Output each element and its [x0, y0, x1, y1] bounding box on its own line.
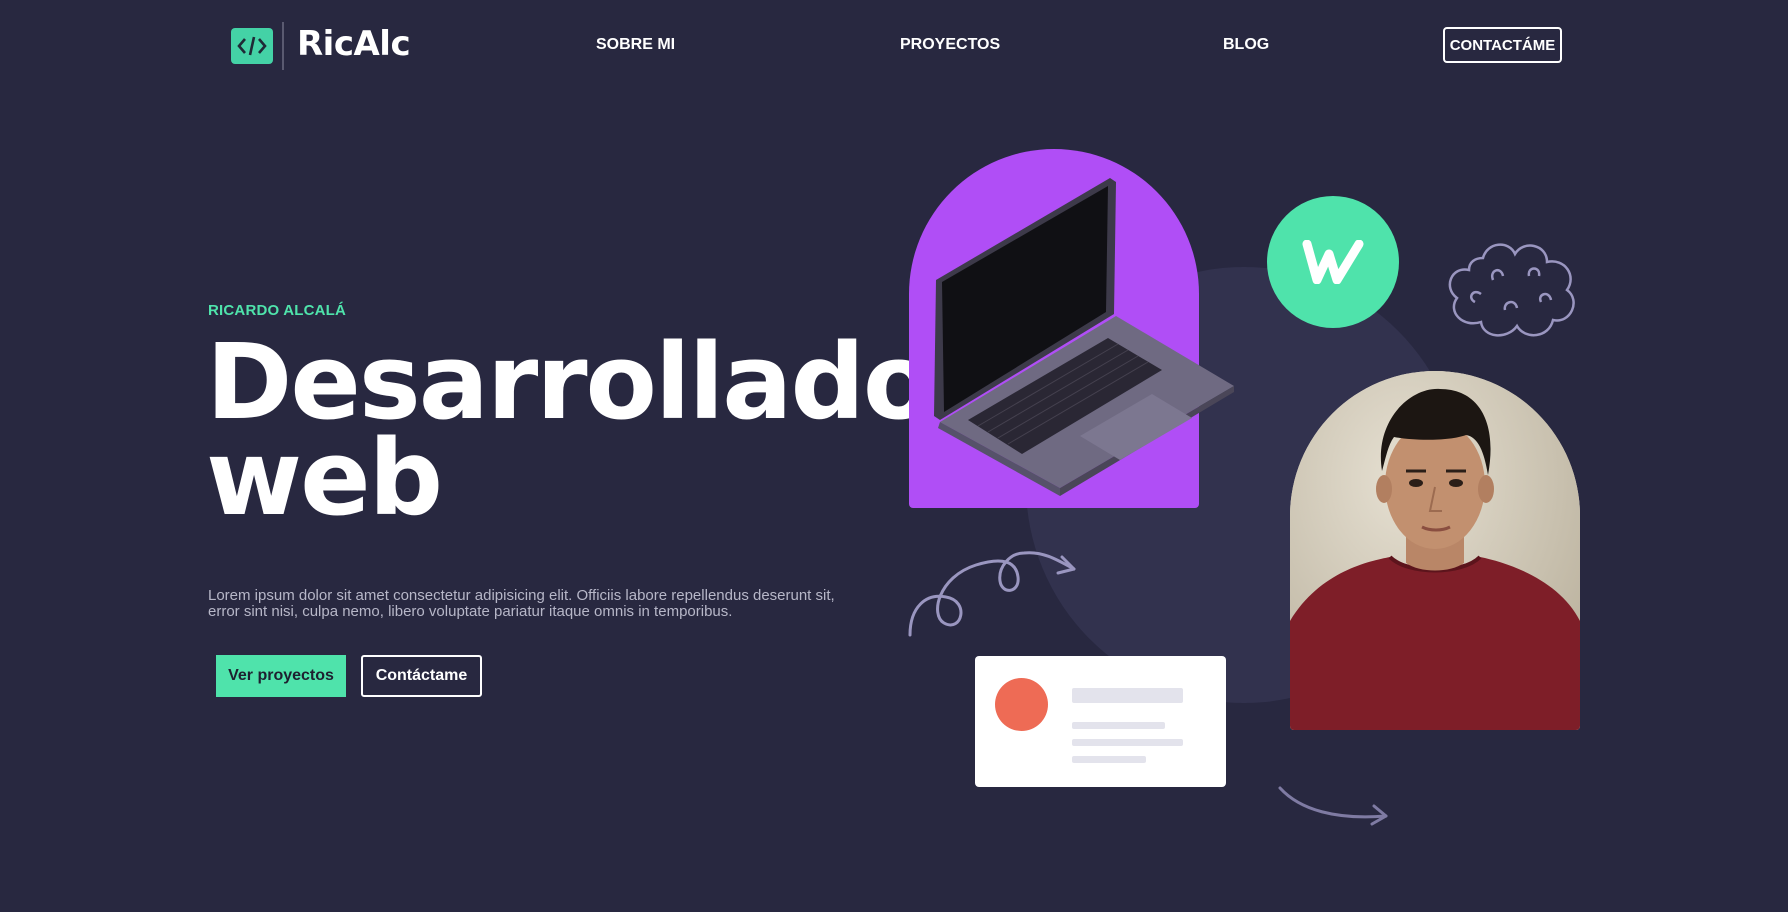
card-text-line	[1072, 739, 1183, 746]
hero-title-line2: web	[206, 417, 443, 539]
hero-description: Lorem ipsum dolor sit amet consectetur a…	[208, 587, 835, 620]
logo-text[interactable]: RicAlc	[297, 24, 411, 64]
laptop-image	[934, 178, 1234, 496]
nav-proyectos[interactable]: PROYECTOS	[900, 36, 1000, 54]
nav-blog[interactable]: BLOG	[1223, 36, 1269, 54]
nav-sobre-mi[interactable]: SOBRE MI	[596, 36, 675, 54]
code-icon	[237, 36, 267, 56]
cloud-doodle-icon	[1448, 243, 1575, 337]
card-avatar-dot	[995, 678, 1048, 731]
webflow-icon	[1302, 240, 1364, 284]
swirl-doodle-icon	[908, 551, 1076, 637]
hero-eyebrow: RICARDO ALCALÁ	[208, 302, 347, 319]
card-text-line	[1072, 756, 1146, 763]
webflow-badge	[1267, 196, 1399, 328]
card-title-line	[1072, 688, 1183, 703]
arrow-doodle-icon	[1278, 786, 1388, 826]
logo-icon[interactable]	[231, 28, 273, 64]
contact-button[interactable]: Contáctame	[361, 655, 482, 697]
card-text-line	[1072, 722, 1165, 729]
portrait-photo	[1290, 371, 1580, 730]
hero-title: Desarrollador web	[206, 330, 984, 530]
contact-nav-button[interactable]: CONTACTÁME	[1443, 27, 1562, 63]
logo-divider	[282, 22, 284, 70]
profile-card	[975, 656, 1226, 787]
person-illustration	[1290, 371, 1580, 730]
view-projects-button[interactable]: Ver proyectos	[216, 655, 346, 697]
